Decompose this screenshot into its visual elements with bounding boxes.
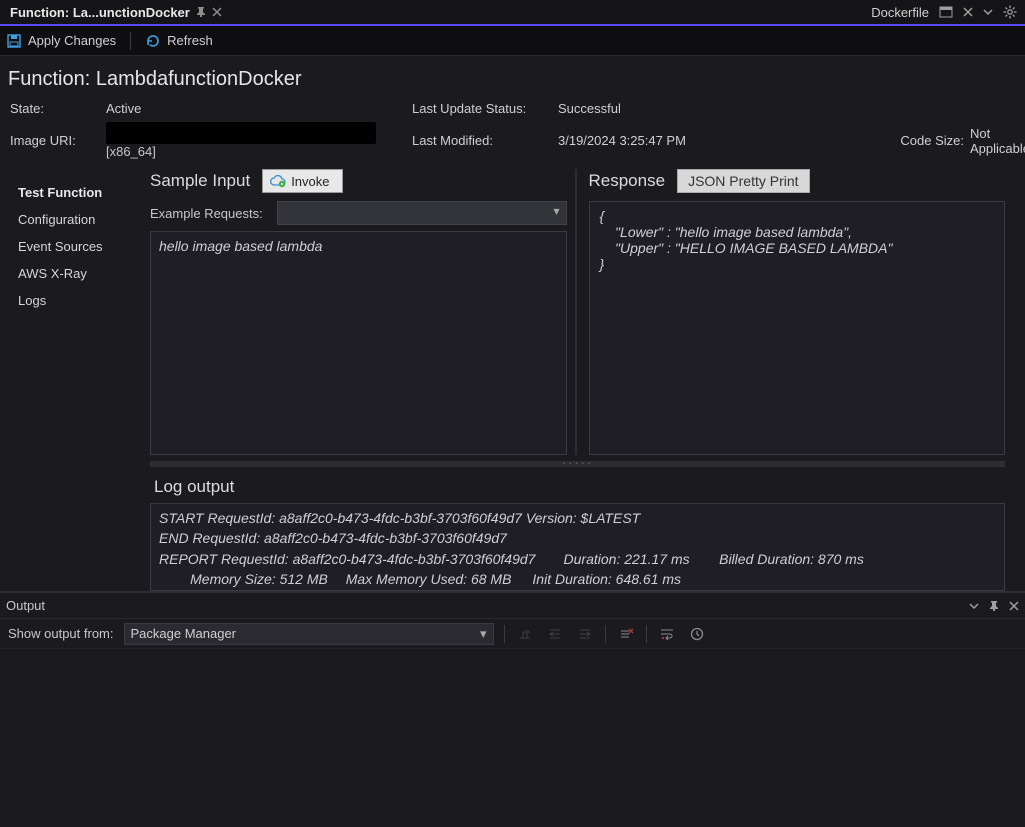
separator [646, 625, 647, 643]
workarea: Sample Input Invoke Example Requests: he… [150, 169, 1025, 591]
meta-grid: State: Active Last Update Status: Succes… [0, 97, 1025, 169]
refresh-icon [145, 33, 161, 49]
sidebar-item-configuration[interactable]: Configuration [18, 206, 150, 233]
horizontal-splitter[interactable] [150, 461, 1005, 467]
code-size-value: Not Applicable [970, 126, 1025, 156]
state-label: State: [10, 101, 100, 116]
invoke-button[interactable]: Invoke [262, 169, 342, 193]
response-pane: Response JSON Pretty Print { "Lower" : "… [589, 169, 1006, 455]
separator [605, 625, 606, 643]
output-source-value: Package Manager [131, 626, 237, 641]
page-title: Function: LambdafunctionDocker [0, 56, 1025, 97]
close-icon[interactable] [963, 7, 973, 17]
refresh-button[interactable]: Refresh [145, 33, 213, 49]
main-area: Function: LambdafunctionDocker State: Ac… [0, 56, 1025, 591]
input-pane: Sample Input Invoke Example Requests: he… [150, 169, 577, 455]
state-value: Active [106, 101, 406, 116]
output-textarea[interactable] [0, 649, 1025, 827]
example-requests-label: Example Requests: [150, 206, 263, 221]
titlebar-right: Dockerfile [863, 0, 1025, 24]
last-modified-label: Last Modified: [412, 133, 552, 148]
output-panel-title: Output [6, 598, 45, 613]
response-title: Response [589, 171, 666, 191]
image-uri-label: Image URI: [10, 133, 100, 148]
save-icon [6, 33, 22, 49]
cloud-run-icon [269, 173, 287, 189]
word-wrap-icon[interactable] [657, 624, 677, 644]
image-uri-redacted [106, 122, 376, 144]
sidebar: Test Function Configuration Event Source… [0, 169, 150, 591]
separator [130, 32, 131, 50]
output-panel: Output Show output from: Package Manager [0, 591, 1025, 827]
log-output-title: Log output [150, 473, 1005, 503]
gear-icon[interactable] [1003, 5, 1017, 19]
clear-selection-icon [515, 624, 535, 644]
pin-icon[interactable] [196, 7, 206, 17]
show-output-from-label: Show output from: [8, 626, 114, 641]
json-pretty-print-label: JSON Pretty Print [688, 173, 798, 189]
sidebar-item-event-sources[interactable]: Event Sources [18, 233, 150, 260]
arch-value: [x86_64] [106, 144, 406, 159]
document-tab[interactable]: Function: La...unctionDocker [0, 0, 232, 24]
titlebar: Function: La...unctionDocker Dockerfile [0, 0, 1025, 26]
toolbar: Apply Changes Refresh [0, 26, 1025, 56]
code-size-label: Code Size: [864, 133, 964, 148]
pin-icon[interactable] [989, 601, 999, 611]
indent-left-icon [545, 624, 565, 644]
dropdown-icon[interactable] [983, 7, 993, 17]
timestamp-icon[interactable] [687, 624, 707, 644]
apply-changes-label: Apply Changes [28, 33, 116, 48]
output-source-dropdown[interactable]: Package Manager [124, 623, 494, 645]
sidebar-item-aws-xray[interactable]: AWS X-Ray [18, 260, 150, 287]
response-textarea[interactable]: { "Lower" : "hello image based lambda", … [589, 201, 1006, 455]
sample-input-textarea[interactable]: hello image based lambda [150, 231, 567, 455]
preview-icon[interactable] [939, 6, 953, 18]
indent-right-icon [575, 624, 595, 644]
last-update-value: Successful [558, 101, 858, 116]
json-pretty-print-button[interactable]: JSON Pretty Print [677, 169, 809, 193]
sidebar-item-logs[interactable]: Logs [18, 287, 150, 314]
example-requests-dropdown[interactable] [277, 201, 567, 225]
separator [504, 625, 505, 643]
log-output-textarea[interactable]: START RequestId: a8aff2c0-b473-4fdc-b3bf… [150, 503, 1005, 591]
close-icon[interactable] [212, 7, 222, 17]
last-modified-value: 3/19/2024 3:25:47 PM [558, 133, 858, 148]
sidebar-item-test-function[interactable]: Test Function [18, 179, 150, 206]
refresh-label: Refresh [167, 33, 213, 48]
dropdown-icon[interactable] [969, 601, 979, 611]
invoke-label: Invoke [291, 174, 329, 189]
dockerfile-label[interactable]: Dockerfile [871, 5, 929, 20]
last-update-label: Last Update Status: [412, 101, 552, 116]
apply-changes-button[interactable]: Apply Changes [6, 33, 116, 49]
close-icon[interactable] [1009, 601, 1019, 611]
clear-all-icon[interactable] [616, 624, 636, 644]
tab-label: Function: La...unctionDocker [10, 5, 190, 20]
sample-input-title: Sample Input [150, 171, 250, 191]
